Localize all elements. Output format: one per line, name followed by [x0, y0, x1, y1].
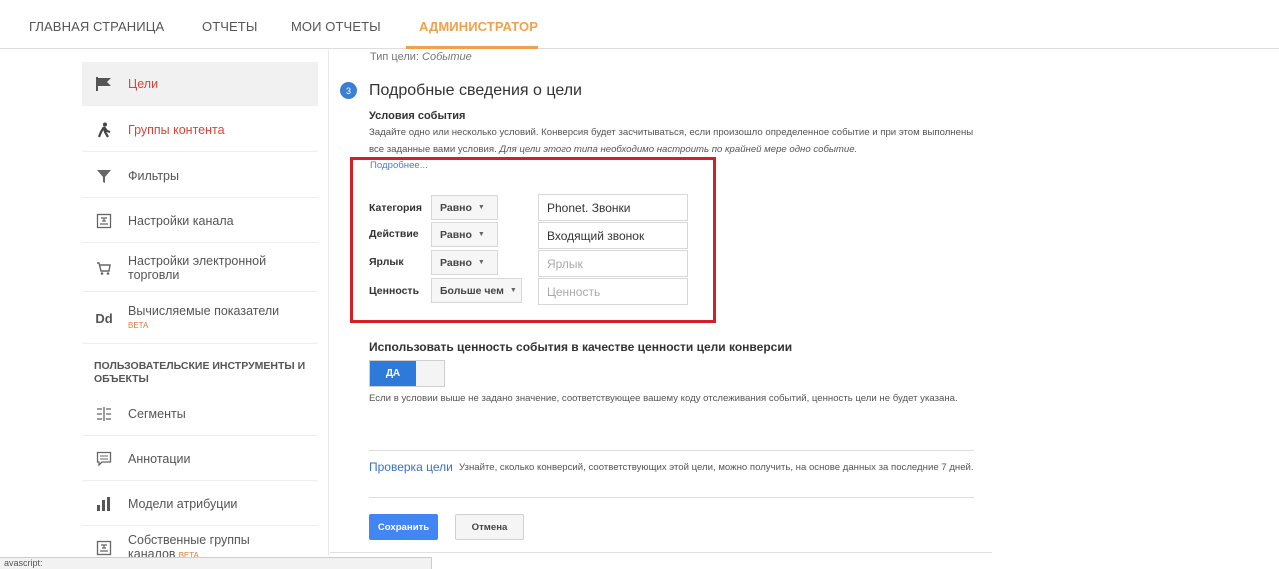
sidebar-item-goals[interactable]: Цели [82, 62, 318, 106]
tab-admin[interactable]: АДМИНИСТРАТОР [419, 19, 538, 34]
sidebar-item-label: Группы контента [128, 122, 225, 137]
beta-badge: BETA [128, 321, 149, 330]
divider [369, 497, 974, 498]
operator-value: Равно [440, 256, 472, 269]
sidebar-item-label: Модели атрибуции [128, 496, 238, 511]
sidebar-item-label: Вычисляемые показатели [128, 304, 280, 318]
condition-label-value: Ценность [369, 285, 420, 297]
verify-goal-link[interactable]: Проверка цели [369, 460, 453, 474]
use-event-value-heading: Использовать ценность события в качестве… [369, 340, 793, 354]
condition-label-category: Категория [369, 202, 423, 214]
goal-type: Тип цели: Событие [370, 51, 472, 63]
sidebar-item-label: Фильтры [128, 168, 179, 183]
admin-sidebar: Цели Группы контента Фильтры Настройки к… [82, 62, 318, 569]
custom-channel-icon [94, 540, 114, 556]
operator-value: Равно [440, 201, 472, 214]
cancel-button[interactable]: Отмена [455, 514, 524, 540]
sidebar-item-annotations[interactable]: Аннотации [82, 437, 318, 481]
condition-label-action: Действие [369, 228, 419, 240]
sidebar-section-title: ПОЛЬЗОВАТЕЛЬСКИЕ ИНСТРУМЕНТЫ И ОБЪЕКТЫ [94, 360, 306, 385]
sidebar-item-label: Настройки канала [128, 213, 234, 228]
action-operator-select[interactable]: Равно ▼ [431, 222, 498, 247]
category-operator-select[interactable]: Равно ▼ [431, 195, 498, 220]
content-divider [328, 50, 329, 555]
value-operator-select[interactable]: Больше чем ▼ [431, 278, 522, 303]
event-conditions-heading: Условия события [369, 110, 466, 122]
save-button[interactable]: Сохранить [369, 514, 438, 540]
cart-icon [94, 260, 114, 276]
action-value-input[interactable]: Входящий звонок [538, 222, 688, 249]
browser-status-bar: avascript: [0, 557, 432, 569]
active-tab-indicator [406, 46, 538, 49]
goal-type-label: Тип цели: [370, 51, 419, 63]
divider [369, 450, 974, 451]
flag-icon [94, 76, 114, 92]
sidebar-item-channel-settings[interactable]: Настройки канала [82, 199, 318, 243]
tab-my-reports[interactable]: МОИ ОТЧЕТЫ [291, 19, 381, 34]
caret-down-icon: ▼ [477, 231, 485, 238]
annotation-icon [94, 451, 114, 467]
sidebar-item-label: Настройки электронной торговли [128, 253, 267, 282]
channel-settings-icon [94, 213, 114, 229]
goal-details-heading: Подробные сведения о цели [369, 82, 582, 99]
toggle-on-label: ДА [370, 361, 416, 386]
sidebar-item-label: Сегменты [128, 406, 186, 421]
sidebar-item-attribution-models[interactable]: Модели атрибуции [82, 482, 318, 526]
conditions-description: Задайте одно или несколько условий. Конв… [369, 124, 979, 158]
label-value-input[interactable]: Ярлык [538, 250, 688, 277]
sidebar-item-content-groups[interactable]: Группы контента [82, 108, 318, 152]
divider [330, 552, 992, 553]
sidebar-item-calculated-metrics[interactable]: Dd Вычисляемые показатели BETA [82, 294, 318, 344]
caret-down-icon: ▼ [477, 204, 485, 211]
operator-value: Больше чем [440, 284, 504, 297]
verify-goal-description: Узнайте, сколько конверсий, соответствую… [459, 462, 974, 473]
sidebar-item-segments[interactable]: Сегменты [82, 392, 318, 436]
tab-home[interactable]: ГЛАВНАЯ СТРАНИЦА [29, 19, 164, 34]
sidebar-item-label: Цели [128, 76, 159, 91]
conditions-description-italic: Для цели этого типа необходимо настроить… [499, 144, 858, 155]
caret-down-icon: ▼ [477, 259, 485, 266]
bar-chart-icon [94, 496, 114, 512]
label-operator-select[interactable]: Равно ▼ [431, 250, 498, 275]
sidebar-item-text: Вычисляемые показатели BETA [128, 304, 303, 333]
sidebar-item-label: Аннотации [128, 451, 191, 466]
segments-icon [94, 406, 114, 422]
sidebar-item-ecommerce-settings[interactable]: Настройки электронной торговли [82, 244, 318, 292]
goal-type-value: Событие [422, 51, 472, 63]
toggle-note: Если в условии выше не задано значение, … [369, 393, 958, 404]
category-value-input[interactable]: Phonet. Звонки [538, 194, 688, 221]
use-value-toggle[interactable]: ДА [369, 360, 445, 387]
value-value-input[interactable]: Ценность [538, 278, 688, 305]
person-walking-icon [94, 122, 114, 138]
dd-icon: Dd [95, 311, 113, 326]
caret-down-icon: ▼ [509, 287, 517, 294]
tab-reports[interactable]: ОТЧЕТЫ [202, 19, 257, 34]
operator-value: Равно [440, 228, 472, 241]
top-navigation: ГЛАВНАЯ СТРАНИЦА ОТЧЕТЫ МОИ ОТЧЕТЫ АДМИН… [0, 0, 1279, 49]
condition-label-label: Ярлык [369, 256, 404, 268]
step-number-badge: 3 [340, 82, 357, 99]
sidebar-item-filters[interactable]: Фильтры [82, 154, 318, 198]
filter-icon [94, 168, 114, 184]
